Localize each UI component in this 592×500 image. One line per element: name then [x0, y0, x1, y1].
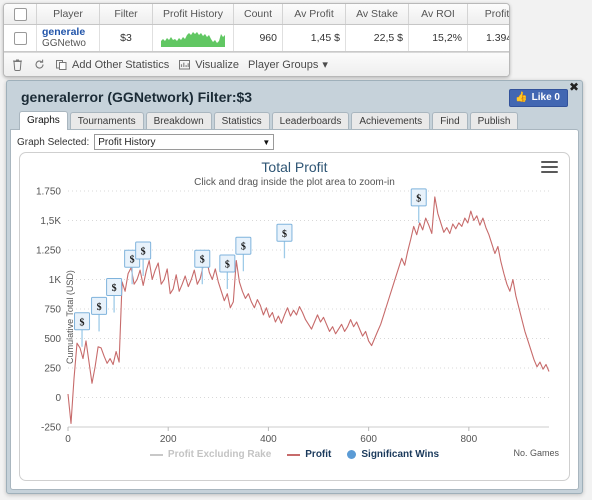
svg-text:-250: -250: [41, 423, 61, 434]
facebook-like-button[interactable]: 👍 Like 0: [509, 89, 568, 107]
svg-text:750: 750: [44, 305, 61, 316]
copy-icon: [55, 58, 68, 71]
svg-text:$: $: [225, 259, 230, 270]
svg-text:$: $: [241, 242, 246, 253]
player-network: GGNetwo: [42, 38, 86, 49]
svg-text:1K: 1K: [49, 275, 62, 286]
select-all-checkbox[interactable]: [13, 7, 27, 21]
add-other-statistics-button[interactable]: Add Other Statistics: [55, 58, 169, 71]
chart-legend: Profit Excluding Rake Profit Significant…: [20, 449, 569, 460]
column-header-select[interactable]: [4, 4, 37, 25]
legend-item-profit[interactable]: Profit: [287, 449, 331, 460]
chart-container[interactable]: Total Profit Click and drag inside the p…: [19, 152, 570, 481]
trash-icon[interactable]: [11, 58, 24, 71]
grid-toolbar: Add Other Statistics Visualize Player Gr…: [4, 52, 509, 76]
tab-tournaments[interactable]: Tournaments: [69, 112, 144, 130]
column-header-count[interactable]: Count: [233, 4, 283, 25]
tab-achievements[interactable]: Achievements: [351, 112, 431, 130]
column-header-av-profit[interactable]: Av Profit: [282, 4, 346, 25]
visualize-button[interactable]: Visualize: [178, 58, 239, 71]
player-name[interactable]: generale: [42, 27, 94, 38]
cell-filter: $3: [99, 24, 153, 52]
svg-text:$: $: [80, 317, 85, 328]
cell-profit: 1.394 $: [467, 24, 509, 52]
chevron-down-icon: ▾: [322, 59, 328, 71]
graph-selector-row: Graph Selected: Profit History ▼: [17, 134, 275, 150]
svg-text:$: $: [141, 246, 146, 257]
tab-breakdown[interactable]: Breakdown: [145, 112, 212, 130]
profit-history-sparkline: [161, 31, 225, 47]
svg-text:$: $: [130, 255, 135, 266]
thumbs-up-icon: 👍: [515, 91, 528, 103]
visualize-label: Visualize: [195, 58, 240, 71]
svg-text:$: $: [97, 302, 102, 313]
table-header-row: Player Filter Profit History Count Av Pr…: [4, 4, 509, 25]
svg-text:400: 400: [260, 434, 277, 445]
svg-text:0: 0: [65, 434, 71, 445]
tab-find[interactable]: Find: [432, 112, 468, 130]
svg-text:200: 200: [160, 434, 177, 445]
page-title: generalerror (GGNetwork) Filter:$3: [21, 89, 253, 105]
svg-text:1.250: 1.250: [36, 246, 61, 257]
cell-av-stake: 22,5 $: [345, 24, 409, 52]
graph-selected-value: Profit History: [98, 136, 156, 148]
graph-selected-dropdown[interactable]: Profit History ▼: [94, 134, 275, 150]
tab-graphs[interactable]: Graphs: [19, 111, 68, 130]
player-table: Player Filter Profit History Count Av Pr…: [4, 4, 509, 52]
column-header-av-stake[interactable]: Av Stake: [345, 4, 409, 25]
graph-selected-label: Graph Selected:: [17, 136, 90, 148]
tab-leaderboards[interactable]: Leaderboards: [271, 112, 350, 130]
chart-icon: [178, 58, 191, 71]
legend-swatch: [149, 453, 163, 456]
like-label: Like 0: [531, 92, 560, 103]
graphs-panel-body: Graph Selected: Profit History ▼ Total P…: [10, 129, 579, 490]
svg-text:1,5K: 1,5K: [40, 216, 61, 227]
column-header-av-roi[interactable]: Av ROI: [408, 4, 468, 25]
legend-swatch: [347, 450, 357, 459]
tab-statistics[interactable]: Statistics: [213, 112, 270, 130]
column-header-profit[interactable]: Profit: [467, 4, 509, 25]
tab-publish[interactable]: Publish: [469, 112, 519, 130]
player-groups-label: Player Groups: [248, 58, 319, 71]
svg-text:1.750: 1.750: [36, 187, 61, 198]
player-detail-panel: ✖ generalerror (GGNetwork) Filter:$3 👍 L…: [6, 80, 583, 494]
profit-chart-svg: -250 0 250 500 750 1K 1.250 1,5K 1.750 0 200 400 600…: [36, 187, 550, 445]
chevron-down-icon: ▼: [262, 137, 271, 147]
svg-text:0: 0: [55, 393, 61, 404]
legend-label: Significant Wins: [361, 449, 440, 460]
cell-av-roi: 15,2%: [408, 24, 468, 52]
app-root: Player Filter Profit History Count Av Pr…: [0, 0, 592, 500]
column-header-profit-history[interactable]: Profit History: [152, 4, 234, 25]
cell-player[interactable]: generale GGNetwo: [36, 24, 100, 52]
svg-text:600: 600: [360, 434, 377, 445]
legend-item-significant-wins[interactable]: Significant Wins: [347, 449, 439, 460]
close-icon[interactable]: ✖: [569, 81, 579, 93]
row-checkbox[interactable]: [13, 31, 27, 45]
player-grid-panel: Player Filter Profit History Count Av Pr…: [3, 3, 510, 77]
player-groups-dropdown[interactable]: Player Groups ▾: [248, 58, 328, 72]
cell-av-profit: 1,45 $: [282, 24, 346, 52]
legend-label: Profit: [305, 449, 332, 460]
table-row[interactable]: generale GGNetwo $3 960 1,45 $ 22,5 $ 15…: [4, 24, 509, 52]
row-select-cell[interactable]: [4, 24, 37, 52]
svg-text:800: 800: [460, 434, 477, 445]
svg-text:500: 500: [44, 334, 61, 345]
svg-text:$: $: [112, 283, 117, 294]
column-header-player[interactable]: Player: [36, 4, 100, 25]
cell-profit-history[interactable]: [152, 24, 234, 52]
legend-label: Profit Excluding Rake: [167, 449, 272, 460]
detail-tabs: Graphs Tournaments Breakdown Statistics …: [19, 111, 572, 130]
refresh-icon[interactable]: [33, 58, 46, 71]
svg-text:$: $: [282, 229, 287, 240]
svg-text:250: 250: [44, 364, 61, 375]
legend-swatch: [287, 453, 301, 456]
svg-text:$: $: [416, 193, 421, 204]
column-header-filter[interactable]: Filter: [99, 4, 153, 25]
legend-item-profit-excluding-rake[interactable]: Profit Excluding Rake: [149, 449, 272, 460]
add-other-statistics-label: Add Other Statistics: [72, 58, 170, 71]
cell-count: 960: [233, 24, 283, 52]
svg-text:$: $: [200, 255, 205, 266]
